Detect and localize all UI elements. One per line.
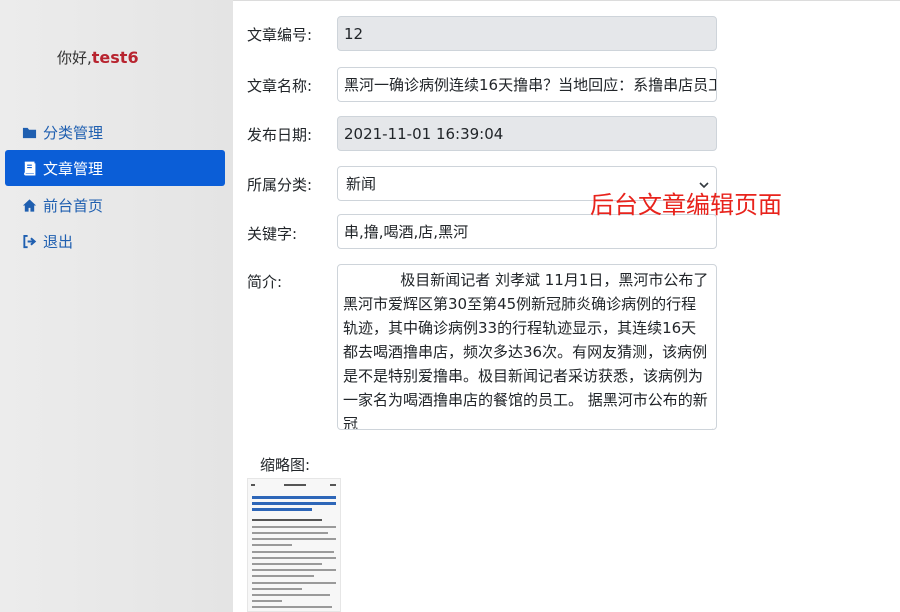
sign-out-icon bbox=[22, 234, 37, 249]
summary-text: 极目新闻记者 刘孝斌 11月1日，黑河市公布了黑河市爱辉区第30至第45例新冠肺… bbox=[343, 271, 709, 430]
sidebar-item-label: 分类管理 bbox=[43, 123, 104, 142]
greeting-prefix: 你好, bbox=[57, 49, 92, 67]
article-title-label: 文章名称: bbox=[247, 77, 313, 95]
article-id-label: 文章编号: bbox=[247, 26, 313, 44]
sidebar-item-article-management[interactable]: 文章管理 bbox=[5, 150, 225, 186]
summary-label: 简介: bbox=[247, 273, 283, 291]
book-icon bbox=[22, 161, 37, 176]
category-selected-value: 新闻 bbox=[346, 175, 377, 193]
sidebar-item-category-management[interactable]: 分类管理 bbox=[5, 114, 225, 150]
sidebar-item-label: 退出 bbox=[43, 232, 74, 251]
sidebar-item-label: 前台首页 bbox=[43, 196, 104, 215]
summary-textarea[interactable]: 极目新闻记者 刘孝斌 11月1日，黑河市公布了黑河市爱辉区第30至第45例新冠肺… bbox=[337, 264, 717, 430]
sidebar-item-frontend-home[interactable]: 前台首页 bbox=[5, 187, 225, 223]
sidebar-item-logout[interactable]: 退出 bbox=[5, 223, 225, 259]
greeting: 你好,test6 bbox=[57, 47, 139, 68]
resize-handle-icon[interactable] bbox=[706, 419, 714, 429]
publish-date-label: 发布日期: bbox=[247, 126, 313, 144]
sidebar: 你好,test6 分类管理 文章管理 前台首页 退出 bbox=[0, 0, 233, 612]
thumbnail-image[interactable] bbox=[247, 478, 341, 612]
home-icon bbox=[22, 198, 37, 213]
sidebar-item-label: 文章管理 bbox=[43, 159, 104, 178]
category-label: 所属分类: bbox=[247, 176, 313, 194]
folder-icon bbox=[22, 125, 37, 140]
page-annotation: 后台文章编辑页面 bbox=[590, 191, 782, 219]
username: test6 bbox=[91, 48, 139, 67]
article-title-input[interactable]: 黑河一确诊病例连续16天撸串？当地回应：系撸串店员工 bbox=[337, 67, 717, 102]
publish-date-field[interactable]: 2021-11-01 16:39:04 bbox=[337, 116, 717, 151]
article-id-field[interactable]: 12 bbox=[337, 16, 717, 51]
keywords-label: 关键字: bbox=[247, 225, 298, 243]
thumbnail-label: 缩略图: bbox=[260, 456, 311, 474]
